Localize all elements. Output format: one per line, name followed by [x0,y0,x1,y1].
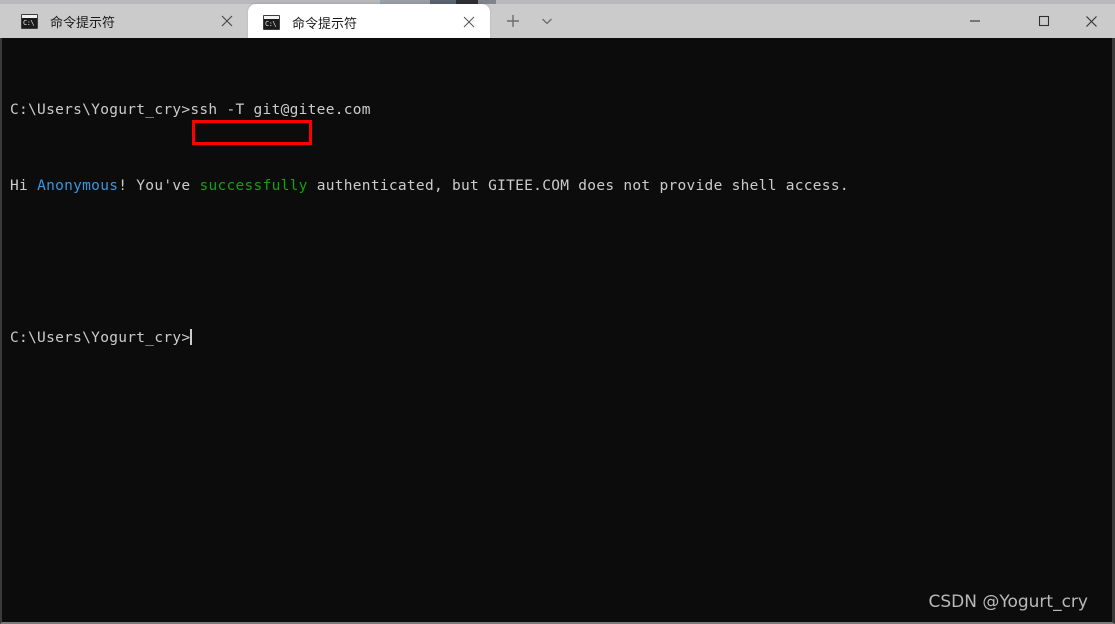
cmd-prompt-icon [263,14,280,30]
watermark-text: CSDN @Yogurt_cry [928,592,1088,612]
tab-close-button[interactable] [212,6,242,36]
tab-label: 命令提示符 [50,15,116,31]
maximize-icon [1038,15,1050,27]
terminal-prompt-text: C:\Users\Yogurt_cry> [10,330,191,346]
title-bar: 命令提示符 命令提示符 [0,4,1115,40]
window-close-button[interactable] [1068,4,1114,38]
tab-dropdown-button[interactable] [532,7,562,35]
cmd-prompt-icon [21,13,38,29]
minimize-icon [970,20,980,22]
terminal-text: C:\Users\Yogurt_cry>ssh -T git@gitee.com… [10,63,849,386]
tab-label: 命令提示符 [292,16,358,32]
terminal-line-2: Hi Anonymous! You've successfully authen… [10,177,849,196]
tab-close-button[interactable] [454,7,484,37]
new-tab-button[interactable] [498,7,528,35]
terminal-line-2-seg-username: Anonymous [37,178,119,194]
terminal-line-1-text: C:\Users\Yogurt_cry>ssh -T git@gitee.com [10,102,371,118]
terminal-line-2-seg-successfully: successfully [199,178,308,194]
terminal-output-pane[interactable]: C:\Users\Yogurt_cry>ssh -T git@gitee.com… [0,38,1115,624]
terminal-line-2-seg-youve: ! You've [118,178,200,194]
tab-command-prompt-1[interactable]: 命令提示符 [6,4,248,38]
terminal-line-4-prompt: C:\Users\Yogurt_cry> [10,329,849,348]
text-cursor [190,329,193,345]
close-icon [1085,15,1097,27]
terminal-window: 命令提示符 命令提示符 [0,0,1115,624]
window-maximize-button[interactable] [1021,4,1067,38]
terminal-line-1: C:\Users\Yogurt_cry>ssh -T git@gitee.com [10,101,849,120]
chevron-down-icon [542,18,552,25]
terminal-line-2-seg-rest: authenticated, but GITEE.COM does not pr… [307,178,849,194]
window-minimize-button[interactable] [952,4,998,38]
terminal-line-3-blank [10,253,849,272]
tab-command-prompt-2[interactable]: 命令提示符 [248,4,490,40]
terminal-line-2-seg-hi: Hi [10,178,38,194]
plus-icon [507,15,519,27]
